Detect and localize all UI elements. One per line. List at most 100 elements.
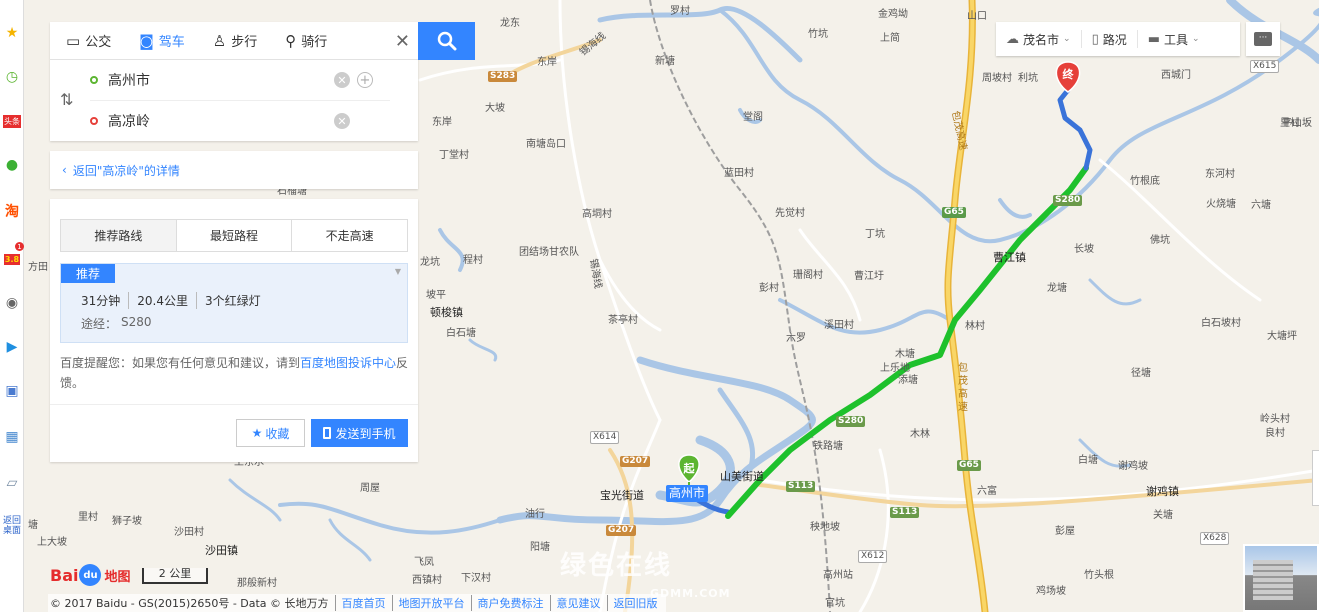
shield-s113-west: S113	[786, 481, 816, 492]
map-place-label: 大塘坪	[1267, 331, 1297, 342]
map-place-label: 龙东	[500, 18, 520, 29]
route-stats: 31分钟 20.4公里 3个红绿灯	[81, 292, 269, 309]
toolbox-icon: ▬	[1147, 31, 1161, 47]
city-selector[interactable]: ☁ 茂名市 ⌄	[996, 30, 1082, 48]
taobao-icon[interactable]: 淘	[0, 198, 24, 224]
map-place-label: 谢鸡坡	[1118, 461, 1148, 472]
map-place-label: 油行	[525, 509, 545, 520]
map-place-label: 沙田村	[174, 527, 204, 538]
swap-icon[interactable]: ⇅	[60, 90, 73, 109]
shield-g65-south: G65	[957, 460, 981, 471]
map-town-label: 宝光街道	[600, 489, 644, 502]
tab-shortest[interactable]: 最短路程	[176, 220, 293, 251]
tab-bus[interactable]: ▭ 公交	[50, 22, 123, 60]
send-to-phone-button[interactable]: 发送到手机	[311, 419, 408, 447]
footer-link-merchant[interactable]: 商户免费标注	[470, 595, 550, 611]
clear-origin-icon[interactable]: ✕	[334, 72, 350, 88]
map-place-label: 团结场甘农队	[519, 247, 579, 258]
chevron-down-icon: ⌄	[1192, 34, 1200, 44]
bike-icon: ⚲	[285, 31, 297, 50]
map-town-label: 山美街道	[720, 470, 764, 483]
computer-icon[interactable]: ▣	[0, 378, 24, 404]
tools-button[interactable]: ▬ 工具 ⌄	[1138, 30, 1210, 48]
map-place-label: 白石坡村	[1201, 318, 1241, 329]
map-place-label: 程村	[463, 255, 483, 266]
map-place-label: 罗村	[670, 6, 690, 17]
right-panel-toggle[interactable]	[1312, 450, 1319, 506]
map-place-label: 火烧塘	[1206, 199, 1236, 210]
destination-input[interactable]	[108, 113, 328, 129]
walk-icon: ♙	[212, 31, 227, 50]
tab-recommended[interactable]: 推荐路线	[61, 220, 177, 251]
map-place-label: 狮子坡	[112, 516, 142, 527]
news-icon[interactable]: 头条	[0, 108, 24, 134]
footer-link-feedback[interactable]: 意见建议	[549, 595, 607, 611]
origin-dot-icon	[90, 76, 98, 84]
map-place-label: 西城门	[1161, 70, 1191, 81]
map-poi-label: 高州站	[823, 570, 853, 581]
complaint-center-link[interactable]: 百度地图投诉中心	[300, 356, 396, 370]
map-place-label: 曹江圩	[854, 271, 884, 282]
close-icon[interactable]: ✕	[395, 31, 410, 52]
map-place-label: 平山坂	[1282, 118, 1312, 129]
route-card[interactable]: 推荐 ▼ 31分钟 20.4公里 3个红绿灯 途经： S280	[60, 263, 408, 343]
footer-link-open-platform[interactable]: 地图开放平台	[391, 595, 471, 611]
via-label: 途经：	[81, 317, 118, 331]
star-icon[interactable]: ★	[0, 20, 24, 46]
map-place-label: 溪田村	[824, 320, 854, 331]
tab-bike[interactable]: ⚲ 骑行	[269, 22, 339, 60]
end-marker-label: 终	[1063, 67, 1075, 81]
map-town-label: 曹江镇	[993, 251, 1026, 264]
map-place-label: 佛坑	[1150, 235, 1170, 246]
route-result-panel: 推荐路线 最短路程 不走高速 推荐 ▼ 31分钟 20.4公里 3个红绿灯 途经…	[50, 199, 418, 462]
search-icon	[437, 31, 456, 51]
scale-bar: 2 公里	[142, 568, 208, 584]
clock-icon[interactable]: ◷	[0, 64, 24, 90]
gamepad-icon[interactable]: ◉	[0, 290, 24, 316]
desktop-return-icon[interactable]: 返回桌面	[0, 512, 24, 540]
chat-icon[interactable]: ●	[0, 152, 24, 178]
calculator-icon[interactable]: ▦	[0, 424, 24, 450]
map-place-label: 竹坑	[808, 29, 828, 40]
footer: © 2017 Baidu - GS(2015)2650号 - Data © 长地…	[48, 594, 666, 612]
map-place-label: 彭屋	[1055, 526, 1075, 537]
tab-walk[interactable]: ♙ 步行	[197, 22, 269, 60]
map-place-label: 先觉村	[775, 208, 805, 219]
caret-down-icon[interactable]: ▼	[395, 267, 401, 276]
add-waypoint-icon[interactable]: +	[357, 72, 373, 88]
footer-link-baidu-home[interactable]: 百度首页	[334, 595, 392, 611]
recommended-badge: 推荐	[61, 264, 115, 283]
map-place-label: 上大坡	[37, 537, 67, 548]
origin-callout[interactable]: 高州市	[666, 485, 709, 502]
map-place-label: 坡平	[426, 290, 446, 301]
shield-g207-north: G207	[620, 456, 651, 467]
shield-g207-south: G207	[606, 525, 637, 536]
send-to-phone-label: 发送到手机	[335, 426, 396, 441]
favorite-button[interactable]: ★ 收藏	[236, 419, 305, 447]
search-button[interactable]	[418, 22, 475, 60]
video-icon[interactable]: ▶	[0, 334, 24, 360]
car-icon: ◙	[139, 31, 154, 50]
baidu-map-logo[interactable]: Bai du 地图	[50, 562, 131, 588]
promo-icon[interactable]: 3.8 1	[0, 242, 24, 272]
map-place-label: 白塘	[1078, 455, 1098, 466]
map-place-label: 方田	[28, 262, 48, 273]
watermark-text: 绿色在线	[560, 551, 673, 581]
book-icon[interactable]: ▱	[0, 470, 24, 496]
traffic-button[interactable]: ▯ 路况	[1082, 30, 1138, 48]
origin-input[interactable]	[108, 72, 328, 88]
footer-link-old-version[interactable]: 返回旧版	[606, 595, 664, 611]
map-place-label: 珊阁村	[793, 270, 823, 281]
tab-drive[interactable]: ◙ 驾车	[123, 22, 197, 60]
clear-destination-icon[interactable]: ✕	[334, 113, 350, 129]
street-view-thumbnail[interactable]	[1243, 544, 1319, 612]
map-place-label: 白石塘	[446, 328, 476, 339]
shield-x615: X615	[1250, 60, 1280, 73]
back-to-details-link[interactable]: ‹ 返回"高凉岭"的详情	[50, 151, 418, 189]
message-button[interactable]: ···	[1246, 22, 1280, 56]
phone-icon	[323, 427, 332, 439]
tab-avoid-highway[interactable]: 不走高速	[292, 220, 408, 251]
tab-drive-label: 驾车	[158, 35, 185, 50]
shield-x628: X628	[1200, 532, 1230, 545]
map-place-label: 龙坑	[420, 257, 440, 268]
